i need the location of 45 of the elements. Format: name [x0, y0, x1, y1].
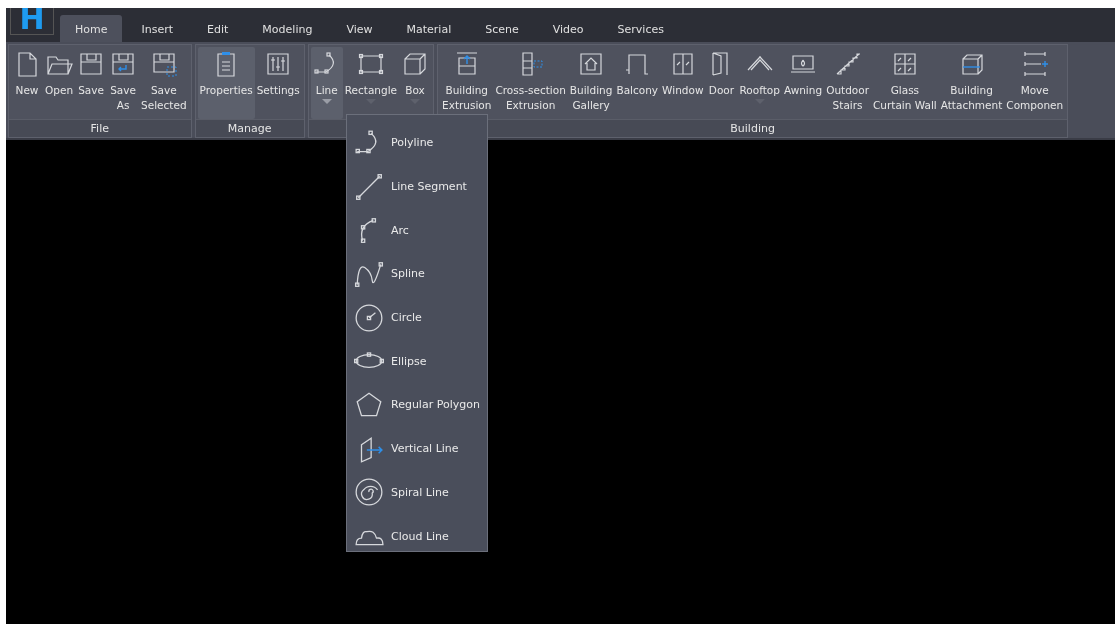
ribbon-button[interactable]: Rectangle [342, 47, 400, 119]
ribbon-tab[interactable]: View [331, 17, 388, 42]
spiral-icon [354, 477, 384, 508]
ribbon-tab[interactable]: Services [602, 17, 679, 42]
menu-item[interactable]: Arc [347, 208, 487, 253]
ribbon-button[interactable]: Outdoor Stairs [824, 47, 871, 119]
ribbon-tab[interactable]: Modeling [247, 17, 328, 42]
menu-item[interactable]: Vertical Line [347, 426, 487, 471]
menu-item[interactable]: Circle [347, 295, 487, 340]
ribbon-button[interactable]: Building Gallery [567, 47, 615, 119]
line-segment-icon [354, 171, 384, 202]
ribbon-button[interactable]: Settings [254, 47, 302, 119]
ribbon-button[interactable]: Move Componen [1004, 47, 1066, 119]
group-label: File [9, 119, 191, 137]
ribbon-tab[interactable]: Video [537, 17, 599, 42]
ribbon-button[interactable]: Save [75, 47, 108, 119]
ribbon-tab[interactable]: Home [60, 15, 123, 42]
menu-item[interactable]: Spiral Line [347, 470, 487, 515]
ribbon-button[interactable]: Open [43, 47, 76, 119]
ribbon-button[interactable]: Awning [781, 47, 825, 119]
ribbon-button[interactable]: Door [705, 47, 738, 119]
ribbon-button[interactable]: Cross-section Extrusion [493, 47, 568, 119]
ribbon-button[interactable]: Line [310, 47, 343, 119]
menu-item[interactable]: Regular Polygon [347, 383, 487, 427]
ribbon-button[interactable]: Save Selected [139, 47, 189, 119]
menu-item[interactable]: Ellipse [347, 339, 487, 384]
ribbon-tab[interactable]: Edit [192, 17, 244, 42]
menu-item[interactable]: Spline [347, 252, 487, 296]
ribbon-button[interactable]: Balcony [614, 47, 661, 119]
ribbon-button[interactable]: Building Attachment [938, 47, 1005, 119]
menu-item[interactable]: Cloud Line [347, 514, 487, 558]
ribbon-button[interactable]: New [11, 47, 43, 119]
ribbon-button[interactable]: Save As [107, 47, 140, 119]
menu-item[interactable]: Line Segment [347, 164, 487, 209]
circle-icon [354, 302, 384, 333]
group-label: Manage [195, 119, 304, 137]
ribbon-tab[interactable]: Scene [470, 17, 534, 42]
ribbon-button[interactable]: Properties [197, 47, 255, 119]
ribbon-button[interactable]: Rooftop [737, 47, 782, 119]
ribbon-tab[interactable]: Insert [126, 17, 189, 42]
ribbon-button[interactable]: Building Extrusion [440, 47, 494, 119]
ribbon-button[interactable]: Window [660, 47, 706, 119]
ribbon-button[interactable]: Box [399, 47, 432, 119]
ribbon-button[interactable]: Glass Curtain Wall [871, 47, 939, 119]
ribbon-tab[interactable]: Material [391, 17, 467, 42]
